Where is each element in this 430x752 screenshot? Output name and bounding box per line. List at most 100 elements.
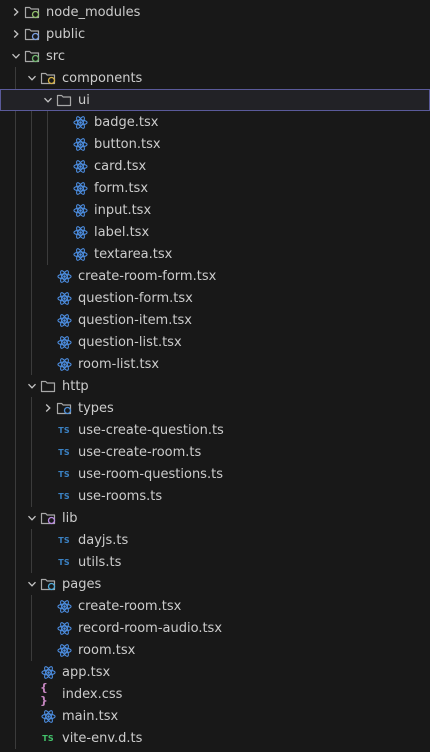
file-row-room-tsx[interactable]: room.tsx — [0, 639, 430, 661]
typescript-icon: TS — [58, 447, 70, 457]
chevron-right-icon[interactable] — [8, 26, 24, 42]
tree-item-label: question-form.tsx — [78, 290, 193, 306]
tree-item-label: pages — [62, 576, 102, 592]
file-row-record-room-audio-tsx[interactable]: record-room-audio.tsx — [0, 617, 430, 639]
tree-item-label: use-create-question.ts — [78, 422, 224, 438]
file-row-index-css[interactable]: { } index.css — [0, 681, 430, 707]
folder-row-node-modules[interactable]: node_modules — [0, 1, 430, 23]
react-icon — [56, 334, 72, 350]
css-icon: { } — [40, 681, 48, 707]
react-icon — [72, 224, 88, 240]
folder-lib-icon — [40, 510, 56, 526]
folder-row-public[interactable]: public — [0, 23, 430, 45]
tree-item-label: ui — [78, 92, 90, 108]
folder-icon — [40, 378, 56, 394]
chevron-down-icon[interactable] — [8, 48, 24, 64]
chevron-down-icon[interactable] — [24, 510, 40, 526]
tree-item-label: components — [62, 70, 143, 86]
file-row-card-tsx[interactable]: card.tsx — [0, 155, 430, 177]
chevron-right-icon[interactable] — [8, 4, 24, 20]
tree-item-label: app.tsx — [62, 664, 111, 680]
file-row-use-rooms-ts[interactable]: TS use-rooms.ts — [0, 485, 430, 507]
file-row-input-tsx[interactable]: input.tsx — [0, 199, 430, 221]
file-row-question-form-tsx[interactable]: question-form.tsx — [0, 287, 430, 309]
file-row-app-tsx[interactable]: app.tsx — [0, 661, 430, 683]
typescript-icon: TS — [58, 535, 70, 545]
file-row-create-room-form-tsx[interactable]: create-room-form.tsx — [0, 265, 430, 287]
file-row-main-tsx[interactable]: main.tsx — [0, 705, 430, 727]
tree-item-label: record-room-audio.tsx — [78, 620, 223, 636]
tree-item-label: room-list.tsx — [78, 356, 160, 372]
folder-row-ui[interactable]: ui — [0, 89, 430, 111]
tree-item-label: main.tsx — [62, 708, 119, 724]
react-icon — [56, 642, 72, 658]
file-row-vite-env-d-ts[interactable]: TS vite-env.d.ts — [0, 727, 430, 749]
file-row-use-room-questions-ts[interactable]: TS use-room-questions.ts — [0, 463, 430, 485]
folder-components-icon — [40, 70, 56, 86]
file-row-textarea-tsx[interactable]: textarea.tsx — [0, 243, 430, 265]
folder-row-types[interactable]: types — [0, 397, 430, 419]
tree-item-label: use-room-questions.ts — [78, 466, 223, 482]
folder-node-icon — [24, 4, 40, 20]
file-row-dayjs-ts[interactable]: TS dayjs.ts — [0, 529, 430, 551]
file-row-create-room-tsx[interactable]: create-room.tsx — [0, 595, 430, 617]
react-icon — [72, 246, 88, 262]
tree-item-label: index.css — [62, 686, 123, 702]
react-icon — [72, 202, 88, 218]
file-row-button-tsx[interactable]: button.tsx — [0, 133, 430, 155]
tree-item-label: use-create-room.ts — [78, 444, 202, 460]
tree-item-label: public — [46, 26, 86, 42]
file-row-room-list-tsx[interactable]: room-list.tsx — [0, 353, 430, 375]
chevron-down-icon[interactable] — [40, 92, 56, 108]
react-icon — [56, 290, 72, 306]
typescript-icon: TS — [58, 425, 70, 435]
file-row-use-create-question-ts[interactable]: TS use-create-question.ts — [0, 419, 430, 441]
file-row-badge-tsx[interactable]: badge.tsx — [0, 111, 430, 133]
tree-item-label: input.tsx — [94, 202, 152, 218]
react-icon — [56, 620, 72, 636]
react-icon — [56, 312, 72, 328]
folder-row-src[interactable]: src — [0, 45, 430, 67]
file-row-utils-ts[interactable]: TS utils.ts — [0, 551, 430, 573]
file-row-use-create-room-ts[interactable]: TS use-create-room.ts — [0, 441, 430, 463]
tree-item-label: src — [46, 48, 65, 64]
react-icon — [40, 664, 56, 680]
react-icon — [72, 114, 88, 130]
folder-types-icon — [56, 400, 72, 416]
typescript-icon: TS — [58, 491, 70, 501]
folder-row-lib[interactable]: lib — [0, 507, 430, 529]
folder-icon — [56, 92, 72, 108]
file-row-label-tsx[interactable]: label.tsx — [0, 221, 430, 243]
folder-row-components[interactable]: components — [0, 67, 430, 89]
chevron-down-icon[interactable] — [24, 576, 40, 592]
file-explorer-tree: node_modulespublic src components ui badge.t… — [0, 0, 430, 752]
file-row-form-tsx[interactable]: form.tsx — [0, 177, 430, 199]
typescript-icon: TS — [58, 557, 70, 567]
file-row-question-list-tsx[interactable]: question-list.tsx — [0, 331, 430, 353]
react-icon — [72, 180, 88, 196]
chevron-down-icon[interactable] — [24, 70, 40, 86]
react-icon — [72, 136, 88, 152]
chevron-right-icon[interactable] — [40, 400, 56, 416]
folder-row-http[interactable]: http — [0, 375, 430, 397]
chevron-down-icon[interactable] — [24, 378, 40, 394]
tree-item-label: badge.tsx — [94, 114, 159, 130]
folder-row-pages[interactable]: pages — [0, 573, 430, 595]
tree-item-label: label.tsx — [94, 224, 150, 240]
file-row-question-item-tsx[interactable]: question-item.tsx — [0, 309, 430, 331]
